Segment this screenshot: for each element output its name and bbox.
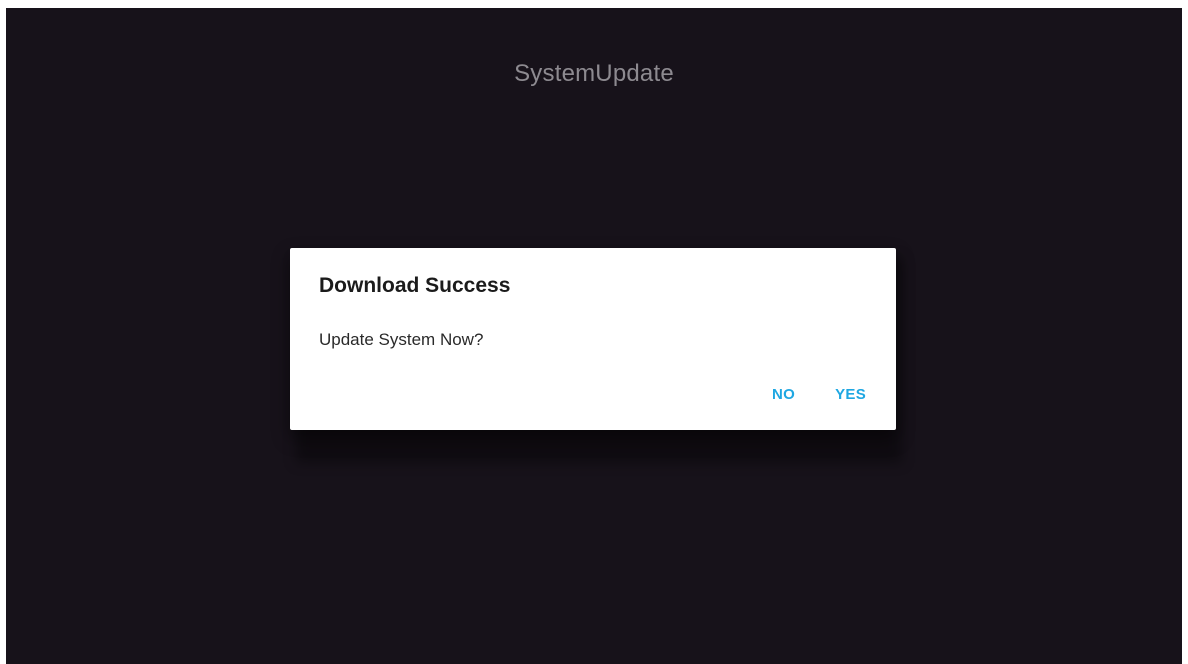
screen: SystemUpdate Download Success Update Sys… bbox=[6, 8, 1182, 664]
yes-button[interactable]: YES bbox=[835, 386, 866, 403]
dialog-message: Update System Now? bbox=[319, 330, 484, 349]
app-title: SystemUpdate bbox=[514, 60, 674, 87]
dialog-title: Download Success bbox=[319, 274, 511, 297]
no-button[interactable]: NO bbox=[772, 386, 795, 403]
dialog-actions: NO YES bbox=[772, 386, 866, 403]
confirm-dialog: Download Success Update System Now? NO Y… bbox=[290, 248, 896, 430]
